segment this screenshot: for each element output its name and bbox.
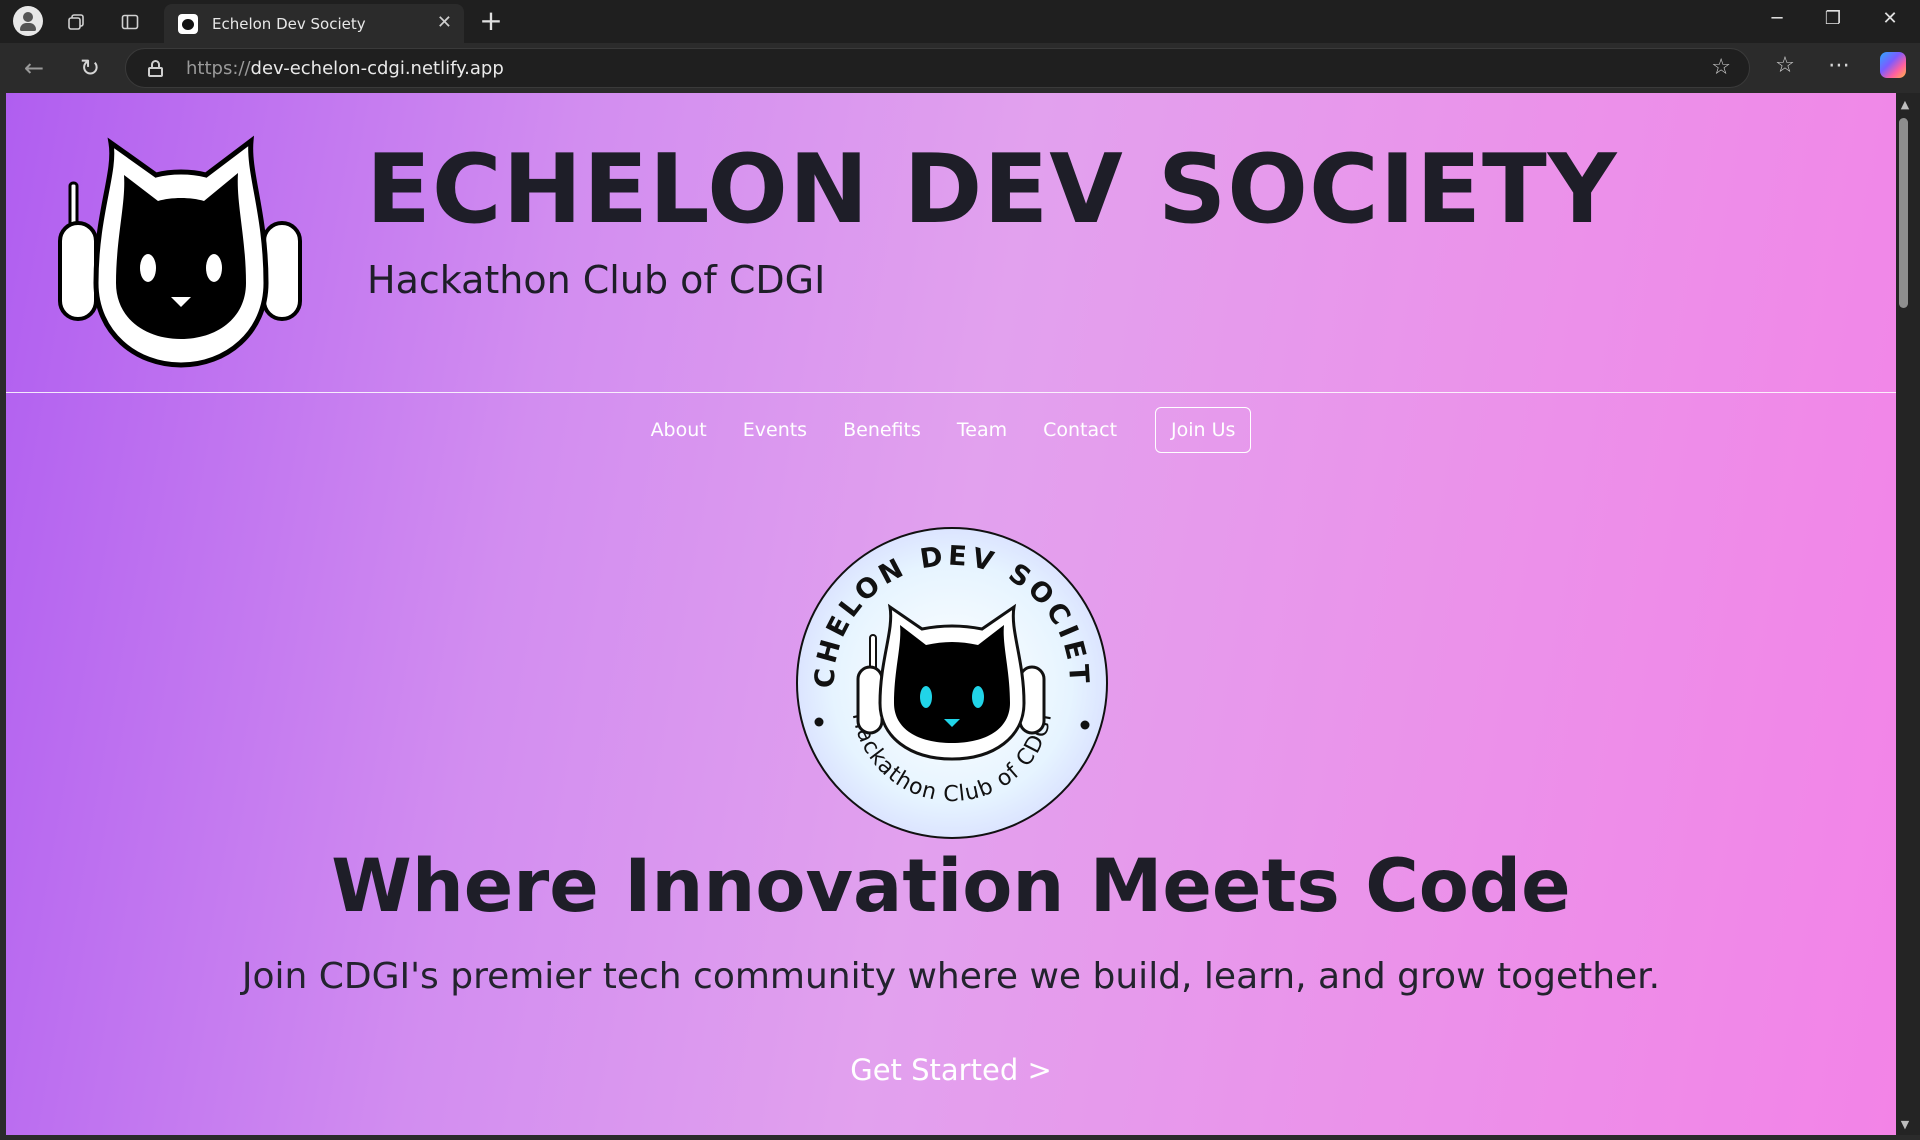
tab-echelon[interactable]: Echelon Dev Society ✕ <box>164 4 464 43</box>
nav-benefits[interactable]: Benefits <box>843 419 921 441</box>
restore-icon[interactable]: ❐ <box>1813 8 1853 29</box>
header-divider <box>6 392 1896 393</box>
profile-icon[interactable] <box>13 6 43 36</box>
browser-tab-bar: Echelon Dev Society ✕ + ─ ❐ ✕ <box>0 0 1920 43</box>
main-nav: About Events Benefits Team Contact Join … <box>6 406 1896 454</box>
vertical-tabs-icon[interactable] <box>116 8 144 36</box>
window-frame-bottom <box>0 1135 1920 1140</box>
collections-icon[interactable] <box>62 8 90 36</box>
more-options-icon[interactable]: ⋯ <box>1823 53 1855 78</box>
favorite-star-icon[interactable]: ☆ <box>1711 55 1731 80</box>
favorites-icon[interactable]: ☆ <box>1769 53 1801 78</box>
scroll-down-icon[interactable]: ▼ <box>1898 1118 1912 1131</box>
cat-robot-logo <box>58 135 302 368</box>
join-us-button[interactable]: Join Us <box>1155 407 1252 453</box>
browser-toolbar: ← ↻ https://dev-echelon-cdgi.netlify.app… <box>0 43 1920 93</box>
society-emblem: ECHELON DEV SOCIETY Hackathon Club of CD… <box>794 525 1108 839</box>
hero-subtitle: Join CDGI's premier tech community where… <box>241 956 1661 997</box>
get-started-link[interactable]: Get Started > <box>6 1053 1896 1087</box>
nav-team[interactable]: Team <box>957 419 1007 441</box>
back-icon[interactable]: ← <box>18 53 50 85</box>
url-text: https://dev-echelon-cdgi.netlify.app <box>186 58 504 79</box>
close-tab-icon[interactable]: ✕ <box>437 12 452 33</box>
hero-title: Where Innovation Meets Code <box>331 844 1571 929</box>
minimize-icon[interactable]: ─ <box>1757 8 1797 29</box>
refresh-icon[interactable]: ↻ <box>74 53 106 85</box>
nav-contact[interactable]: Contact <box>1043 419 1117 441</box>
new-tab-icon[interactable]: + <box>477 4 505 37</box>
nav-about[interactable]: About <box>651 419 707 441</box>
address-bar[interactable]: https://dev-echelon-cdgi.netlify.app ☆ <box>125 48 1750 88</box>
nav-events[interactable]: Events <box>743 419 807 441</box>
scroll-up-icon[interactable]: ▲ <box>1898 98 1912 111</box>
scroll-thumb[interactable] <box>1899 118 1908 308</box>
brand-subtitle: Hackathon Club of CDGI <box>367 258 826 302</box>
favicon-icon <box>178 13 198 34</box>
close-window-icon[interactable]: ✕ <box>1870 8 1910 29</box>
lock-icon <box>148 60 163 77</box>
page-viewport: ECHELON DEV SOCIETY Hackathon Club of CD… <box>6 93 1896 1135</box>
brand-title: ECHELON DEV SOCIETY <box>366 135 1618 245</box>
copilot-icon[interactable] <box>1880 52 1906 78</box>
tab-title: Echelon Dev Society <box>212 14 366 33</box>
